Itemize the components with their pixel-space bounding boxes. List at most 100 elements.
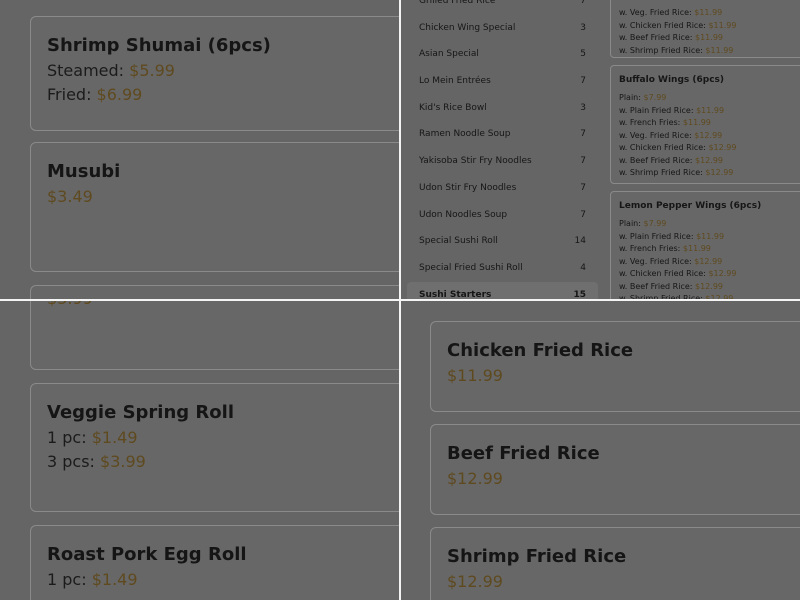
menu-item-title: Musubi <box>47 161 121 182</box>
category-item[interactable]: Grilled Fried Rice 7 <box>407 0 598 15</box>
menu-item-card[interactable]: Chicken Fried Rice $11.99 <box>430 321 800 412</box>
category-count: 15 <box>573 289 586 300</box>
price: $6.99 <box>96 85 143 104</box>
menu-item-card[interactable]: w. Veg. Fried Rice: $11.99 w. Chicken Fri… <box>610 0 800 58</box>
price: $11.99 <box>696 105 725 115</box>
category-item[interactable]: Ramen Noodle Soup 7 <box>407 121 598 148</box>
menu-item-price-line: w. French Fries: $11.99 <box>619 244 711 253</box>
menu-item-price-line: $3.99 <box>47 300 400 311</box>
category-count: 7 <box>580 156 586 167</box>
category-name: Yakisoba Stir Fry Noodles <box>419 156 532 167</box>
category-item[interactable]: Special Fried Sushi Roll 4 <box>407 255 598 282</box>
price: $12.99 <box>708 269 737 278</box>
menu-item-title: Beef Fried Rice <box>447 443 600 464</box>
menu-item-price-line: w. Beef Fried Rice: $12.99 <box>619 281 723 291</box>
menu-item-price-line: w. French Fries: $11.99 <box>619 118 711 127</box>
price: $3.99 <box>100 452 146 471</box>
category-name: Udon Noodles Soup <box>419 209 508 220</box>
bottom-left-panel: $3.99 Veggie Spring Roll 1 pc: $1.49 3 p… <box>0 300 400 600</box>
price: $12.99 <box>708 143 737 152</box>
menu-item-price-line: w. Chicken Fried Rice: $11.99 <box>619 20 737 30</box>
menu-item-price-line: 1 pc: $1.49 <box>47 428 138 447</box>
menu-item-price-line: w. Beef Fried Rice: $12.99 <box>619 155 723 165</box>
menu-item-card[interactable]: Veggie Spring Roll 1 pc: $1.49 3 pcs: $3… <box>30 383 400 512</box>
category-item[interactable]: Yakisoba Stir Fry Noodles 7 <box>407 148 598 175</box>
price: $1.49 <box>91 570 138 589</box>
menu-item-card[interactable]: $3.99 <box>30 300 400 370</box>
category-count: 4 <box>580 262 586 273</box>
category-item[interactable]: Udon Stir Fry Noodles 7 <box>407 175 598 202</box>
menu-item-title: Veggie Spring Roll <box>47 402 234 423</box>
category-item[interactable]: Sushi Starters 15 <box>407 281 598 300</box>
menu-item-price-line: w. Shrimp Fried Rice: $12.99 <box>619 168 734 177</box>
menu-item-title: Shrimp Shumai (6pcs) <box>47 35 271 56</box>
menu-item-card[interactable] <box>30 285 400 300</box>
category-item[interactable]: Asian Special 5 <box>407 41 598 68</box>
category-name: Asian Special <box>419 49 479 60</box>
horizontal-divider <box>0 299 800 301</box>
price: $12.99 <box>447 469 503 488</box>
menu-item-title: Chicken Fried Rice <box>447 340 634 361</box>
price: $11.99 <box>682 244 711 253</box>
category-name: Ramen Noodle Soup <box>419 129 511 140</box>
menu-item-card[interactable]: Buffalo Wings (6pcs) Plain: $7.99 w. Plai… <box>610 65 800 184</box>
menu-item-price-line: w. Veg. Fried Rice: $11.99 <box>619 8 723 17</box>
price: $11.99 <box>696 231 725 241</box>
menu-item-price-line: 3 pcs: $3.99 <box>47 452 146 471</box>
category-count: 3 <box>580 102 586 113</box>
price: $11.99 <box>708 20 737 30</box>
category-item[interactable]: Kid's Rice Bowl 3 <box>407 95 598 122</box>
category-item[interactable]: Chicken Wing Special 3 <box>407 15 598 42</box>
price: $5.99 <box>129 61 175 80</box>
price: $7.99 <box>643 93 667 102</box>
menu-item-card[interactable]: Beef Fried Rice $12.99 <box>430 424 800 515</box>
price: $12.99 <box>694 256 723 266</box>
menu-item-price-line: w. Shrimp Fried Rice: $11.99 <box>619 45 734 55</box>
category-count: 7 <box>580 209 586 220</box>
price: $12.99 <box>695 155 723 165</box>
price: $11.99 <box>682 118 711 127</box>
menu-item-price-line: Plain: $7.99 <box>619 219 667 228</box>
category-list: Grilled Fried Rice 7 Chicken Wing Special 3… <box>407 0 598 300</box>
menu-item-price-line: Fried: $6.99 <box>47 85 143 104</box>
category-name: Chicken Wing Special <box>419 22 516 33</box>
category-name: Lo Mein Entrées <box>419 76 491 87</box>
menu-item-card[interactable]: Shrimp Shumai (6pcs) Steamed: $5.99 Frie… <box>30 16 400 131</box>
menu-item-card[interactable]: Roast Pork Egg Roll 1 pc: $1.49 <box>30 525 400 600</box>
category-count: 7 <box>580 0 586 6</box>
category-count: 14 <box>574 236 586 247</box>
category-count: 7 <box>580 182 586 193</box>
menu-item-title: Shrimp Fried Rice <box>447 546 627 567</box>
menu-item-card[interactable]: Lemon Pepper Wings (6pcs) Plain: $7.99 w.… <box>610 191 800 300</box>
menu-item-title: Roast Pork Egg Roll <box>47 544 247 565</box>
category-item[interactable]: Lo Mein Entrées 7 <box>407 68 598 95</box>
menu-item-price-line: Plain: $7.99 <box>619 93 667 102</box>
price: $1.49 <box>91 428 138 447</box>
price: $11.99 <box>695 33 723 42</box>
menu-item-price-line: $11.99 <box>447 364 800 388</box>
top-right-panel: Grilled Fried Rice 7 Chicken Wing Special 3… <box>400 0 800 300</box>
menu-item-price-line: w. Veg. Fried Rice: $12.99 <box>619 256 723 266</box>
category-name: Kid's Rice Bowl <box>419 102 487 113</box>
menu-item-price-line: $12.99 <box>447 570 800 594</box>
menu-item-title: Lemon Pepper Wings (6pcs) <box>619 201 762 211</box>
category-item[interactable]: Udon Noodles Soup 7 <box>407 202 598 229</box>
category-name: Udon Stir Fry Noodles <box>419 182 517 193</box>
price: $11.99 <box>694 8 723 17</box>
menu-item-price-line: w. Plain Fried Rice: $11.99 <box>619 231 725 241</box>
price: $7.99 <box>643 219 667 228</box>
category-count: 7 <box>580 76 586 87</box>
category-count: 5 <box>580 49 586 60</box>
category-name: Special Fried Sushi Roll <box>419 262 523 273</box>
menu-item-price-line: w. Chicken Fried Rice: $12.99 <box>619 143 737 152</box>
category-count: 3 <box>580 22 586 33</box>
menu-item-price-line: 1 pc: $1.49 <box>47 570 138 589</box>
menu-item-price-line: w. Veg. Fried Rice: $12.99 <box>619 130 723 140</box>
menu-item-card[interactable]: Musubi $3.49 <box>30 142 400 272</box>
price: $3.99 <box>47 300 93 308</box>
menu-item-price-line: $3.49 <box>47 185 400 209</box>
category-count: 7 <box>580 129 586 140</box>
price: $3.49 <box>47 187 93 206</box>
category-item[interactable]: Special Sushi Roll 14 <box>407 228 598 255</box>
menu-item-card[interactable]: Shrimp Fried Rice $12.99 <box>430 527 800 600</box>
